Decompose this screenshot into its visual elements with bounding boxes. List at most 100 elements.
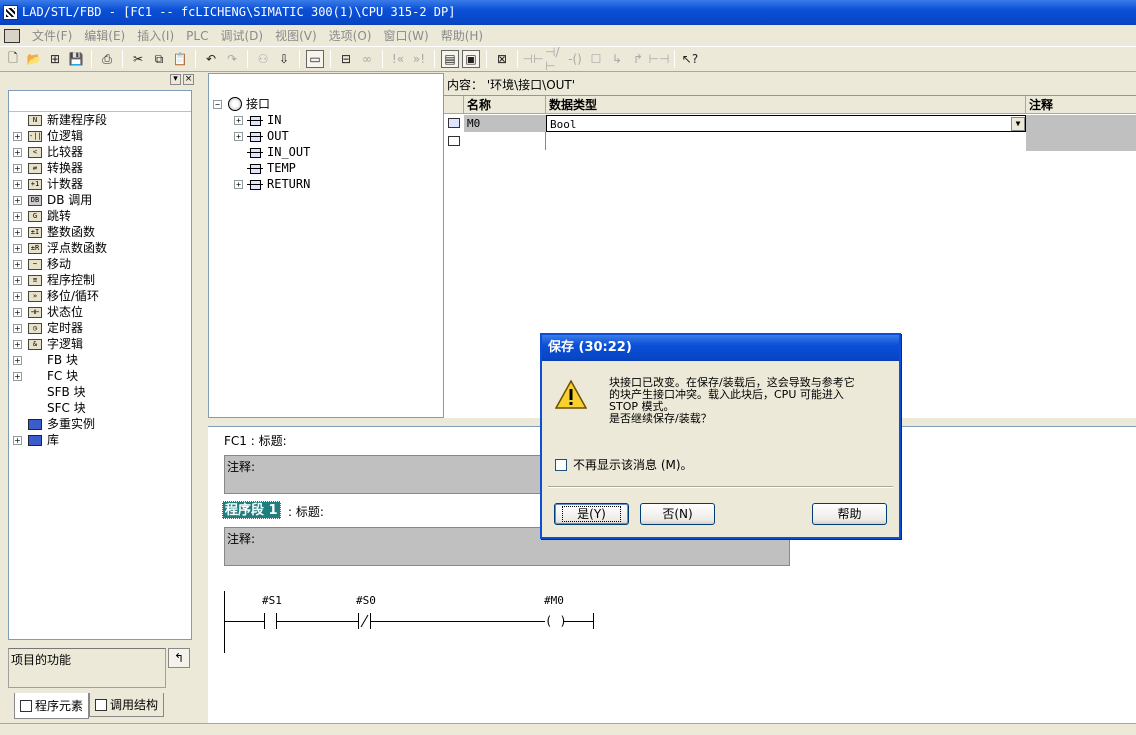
tree-item-sfc-block[interactable]: SFC 块 [9, 400, 191, 416]
print-icon[interactable]: ⎙ [98, 50, 116, 68]
normally-open-contact-icon[interactable]: ⊣⊢ [523, 50, 544, 68]
redo-icon[interactable]: ↷ [223, 50, 241, 68]
tree-item-converter[interactable]: + ⇄ 转换器 [9, 160, 191, 176]
paste-icon[interactable]: 📋 [171, 50, 189, 68]
expand-icon[interactable]: + [234, 179, 243, 189]
save-icon[interactable]: 💾 [67, 50, 85, 68]
menu-help[interactable]: 帮助(H) [435, 27, 489, 44]
tree-item-jump[interactable]: + G 跳转 [9, 208, 191, 224]
tree-item-word-logic[interactable]: + & 字逻辑 [9, 336, 191, 352]
menu-debug[interactable]: 调试(D) [214, 27, 269, 44]
collapse-icon[interactable]: − [213, 99, 222, 109]
cell-type-dropdown[interactable]: Bool ▼ [546, 115, 1026, 132]
expand-icon[interactable]: + [13, 307, 22, 317]
tree-item-comparator[interactable]: + < 比较器 [9, 144, 191, 160]
tree-item-multi-instance[interactable]: 多重实例 [9, 416, 191, 432]
interface-root[interactable]: − 接口 [213, 96, 270, 112]
dropdown-arrow-icon[interactable]: ▼ [1011, 117, 1025, 131]
expand-icon[interactable]: + [13, 355, 22, 365]
help-button[interactable]: 帮助 [812, 503, 887, 525]
expand-icon[interactable]: + [13, 291, 22, 301]
network-label[interactable]: 程序段 1 [222, 501, 281, 519]
expand-icon[interactable]: + [13, 371, 22, 381]
connection-icon[interactable]: ⊢⊣ [649, 50, 670, 68]
tree-item-timer[interactable]: + ◷ 定时器 [9, 320, 191, 336]
interface-item-return[interactable]: + RETURN [234, 176, 310, 192]
column-header-comment[interactable]: 注释 [1026, 96, 1136, 114]
tree-item-library[interactable]: + 库 [9, 432, 191, 448]
expand-icon[interactable]: + [13, 211, 22, 221]
expand-icon[interactable]: + [13, 179, 22, 189]
tree-item-float-function[interactable]: + ±R 浮点数函数 [9, 240, 191, 256]
coil-icon[interactable]: -() [566, 50, 584, 68]
tree-item-move[interactable]: + ~ 移动 [9, 256, 191, 272]
menu-file[interactable]: 文件(F) [26, 27, 78, 44]
menu-edit[interactable]: 编辑(E) [78, 27, 131, 44]
cell-comment[interactable] [1026, 115, 1136, 151]
menu-plc[interactable]: PLC [180, 29, 214, 43]
menu-options[interactable]: 选项(O) [323, 27, 378, 44]
network-icon[interactable]: ⊟ [337, 50, 355, 68]
interface-item-out[interactable]: + OUT [234, 128, 289, 144]
tab-call-structure[interactable]: 调用结构 [89, 693, 165, 717]
interface-item-temp[interactable]: TEMP [234, 160, 296, 176]
column-header-name[interactable]: 名称 [464, 96, 546, 114]
bookmark-prev-icon[interactable]: !« [389, 50, 407, 68]
tree-item-status-bit[interactable]: + ⊣⊢ 状态位 [9, 304, 191, 320]
document-system-icon[interactable] [4, 28, 20, 43]
expand-icon[interactable]: + [13, 323, 22, 333]
copy-icon[interactable]: ⧉ [150, 50, 168, 68]
expand-icon[interactable]: + [13, 195, 22, 205]
tab-program-elements[interactable]: 程序元素 [14, 693, 90, 719]
tree-item-sfb-block[interactable]: SFB 块 [9, 384, 191, 400]
expand-icon[interactable]: + [234, 115, 243, 125]
yes-button[interactable]: 是(Y) [554, 503, 629, 525]
dont-show-again[interactable]: 不再显示该消息 (M)。 [555, 456, 693, 473]
panel-close-icon[interactable]: × [183, 74, 194, 85]
open-folder-icon[interactable]: 📂 [25, 50, 43, 68]
tree-item-db-call[interactable]: + DB DB 调用 [9, 192, 191, 208]
expand-icon[interactable]: + [13, 131, 22, 141]
monitor-icon[interactable]: ▭ [306, 50, 324, 68]
empty-box-icon[interactable]: ☐ [587, 50, 605, 68]
tree-item-fb-block[interactable]: + FB 块 [9, 352, 191, 368]
block-comment-box[interactable]: 注释: [224, 455, 574, 494]
details-icon[interactable]: ▣ [462, 50, 480, 68]
open-branch-icon[interactable]: ↳ [608, 50, 626, 68]
expand-icon[interactable]: + [13, 147, 22, 157]
interface-item-in-out[interactable]: IN_OUT [234, 144, 310, 160]
context-help-icon[interactable]: ↖? [681, 50, 699, 68]
expand-icon[interactable]: + [13, 259, 22, 269]
bookmark-next-icon[interactable]: »! [410, 50, 428, 68]
tree-item-counter[interactable]: + +1 计数器 [9, 176, 191, 192]
cell-name[interactable]: M0 [464, 115, 546, 132]
expand-icon[interactable]: + [234, 131, 243, 141]
vertical-splitter[interactable] [201, 73, 207, 723]
tree-item-new-network[interactable]: N 新建程序段 [9, 112, 191, 128]
menu-window[interactable]: 窗口(W) [377, 27, 434, 44]
expand-icon[interactable]: + [13, 163, 22, 173]
tree-item-shift-rotate[interactable]: +» 移位/循环 [9, 288, 191, 304]
expand-icon[interactable]: + [13, 243, 22, 253]
online-icon[interactable]: ⚇ [254, 50, 272, 68]
new-file-icon[interactable]: 🗋 [4, 50, 22, 68]
menu-view[interactable]: 视图(V) [269, 27, 323, 44]
no-button[interactable]: 否(N) [640, 503, 715, 525]
new-network-icon[interactable]: ⊠ [493, 50, 511, 68]
contact-s1[interactable] [264, 613, 278, 629]
dont-show-again-checkbox[interactable] [555, 458, 567, 471]
column-header-type[interactable]: 数据类型 [546, 96, 1026, 114]
expand-icon[interactable]: + [13, 435, 22, 445]
undo-icon[interactable]: ↶ [202, 50, 220, 68]
expand-icon[interactable]: + [13, 275, 22, 285]
menu-insert[interactable]: 插入(I) [131, 27, 180, 44]
tree-item-program-control[interactable]: + ≡ 程序控制 [9, 272, 191, 288]
contact-s0-normally-closed[interactable] [358, 613, 372, 629]
panel-dock-icon[interactable]: ▾ [170, 74, 181, 85]
function-filter-button[interactable]: ↰ [168, 648, 190, 668]
download-icon[interactable]: ⇩ [275, 50, 293, 68]
glasses-icon[interactable]: ∞ [358, 50, 376, 68]
close-branch-icon[interactable]: ↱ [629, 50, 647, 68]
tree-item-integer-function[interactable]: + ±I 整数函数 [9, 224, 191, 240]
accessible-nodes-icon[interactable]: ⊞ [46, 50, 64, 68]
